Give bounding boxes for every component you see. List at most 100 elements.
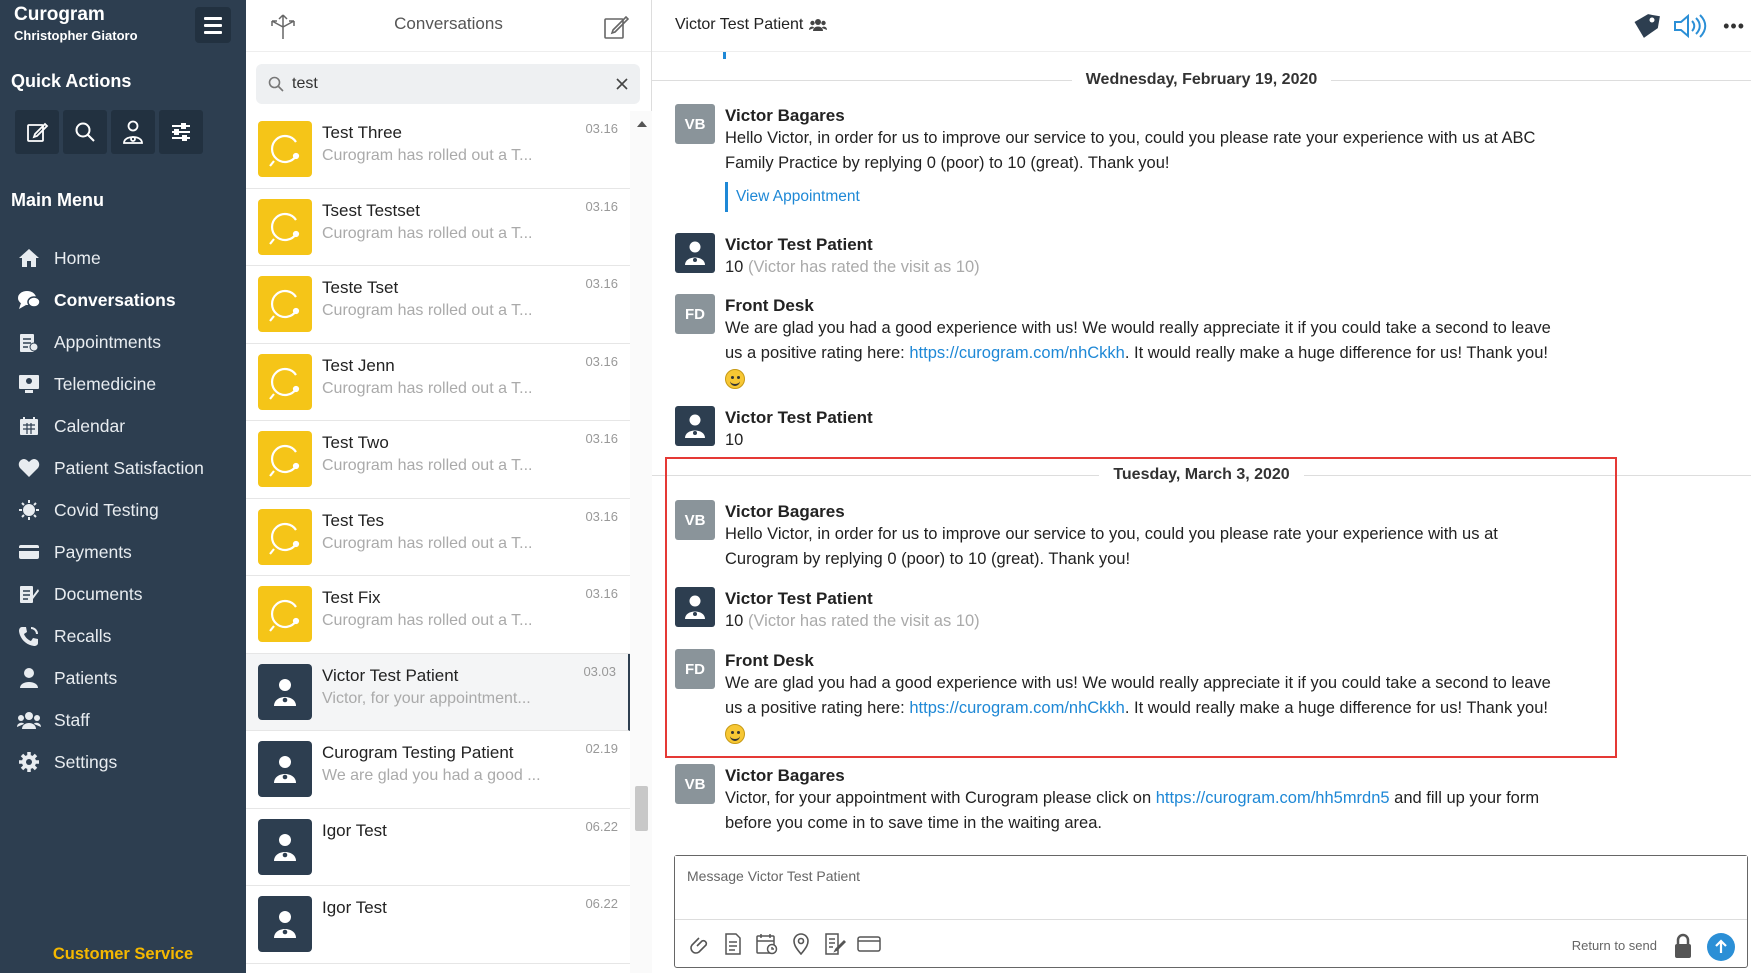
conversation-item[interactable]: Tsest Testset Curogram has rolled out a T…: [246, 189, 630, 266]
message: Victor Test Patient 10 (Victor has rated…: [675, 233, 1575, 280]
sidebar-item-label: Telemedicine: [54, 373, 157, 394]
sidebar-item-label: Home: [54, 247, 101, 268]
conversation-item[interactable]: Test Three Curogram has rolled out a T...…: [246, 111, 630, 189]
conversation-name: Igor Test: [322, 820, 387, 840]
sidebar-item-calendar[interactable]: Calendar: [0, 405, 246, 447]
clear-search-icon[interactable]: [616, 78, 628, 90]
sidebar: Curogram Christopher Giatoro Quick Actio…: [0, 0, 246, 973]
sidebar-item-documents[interactable]: Documents: [0, 573, 246, 615]
conversation-item[interactable]: Curogram Testing Patient We are glad you …: [246, 731, 630, 809]
sidebar-item-covid-testing[interactable]: Covid Testing: [0, 489, 246, 531]
sidebar-item-telemedicine[interactable]: Telemedicine: [0, 363, 246, 405]
conversation-item[interactable]: Teste Tset Curogram has rolled out a T...…: [246, 266, 630, 344]
view-appointment-link[interactable]: View Appointment: [725, 182, 1575, 212]
scroll-up-arrow-icon[interactable]: [637, 121, 647, 127]
conversation-name: Teste Tset: [322, 278, 399, 297]
conversation-item[interactable]: Victor Test Patient Victor, for your appo…: [246, 653, 630, 731]
add-patient-icon[interactable]: [111, 110, 155, 154]
filters-icon[interactable]: [159, 110, 203, 154]
document-icon[interactable]: [721, 932, 745, 956]
sidebar-item-label: Payments: [54, 541, 132, 562]
rating-link[interactable]: https://curogram.com/nhCkkh: [909, 344, 1125, 362]
conversation-date: 06.22: [585, 896, 618, 911]
conversation-item[interactable]: Test Two Curogram has rolled out a T... 03…: [246, 421, 630, 499]
sidebar-item-patients[interactable]: Patients: [0, 657, 246, 699]
form-link[interactable]: https://curogram.com/hh5mrdn5: [1156, 789, 1390, 807]
sidebar-item-label: Appointments: [54, 331, 162, 352]
sidebar-item-conversations[interactable]: Conversations: [0, 279, 246, 321]
sidebar-item-label: Covid Testing: [54, 499, 159, 520]
search-input[interactable]: [292, 75, 616, 93]
message-sender: Victor Test Patient: [725, 408, 873, 427]
main-menu: Home Conversations Appointments Telemedi…: [0, 237, 246, 783]
conversation-date: 03.16: [585, 353, 618, 369]
message: VB Victor Bagares Hello Victor, in order…: [675, 104, 1575, 212]
avatar: [675, 406, 715, 446]
appointment-calendar-icon[interactable]: [755, 932, 779, 956]
customer-service-link[interactable]: Customer Service: [0, 945, 246, 964]
rating-note: (Victor has rated the visit as 10): [747, 258, 980, 276]
quick-actions: [15, 110, 203, 154]
sidebar-item-home[interactable]: Home: [0, 237, 246, 279]
message-text: Victor, for your appointment with Curogr…: [725, 789, 1156, 807]
highlight-annotation-box: [665, 457, 1617, 758]
sidebar-item-staff[interactable]: Staff: [0, 699, 246, 741]
smile-emoji-icon: [725, 368, 745, 389]
brand: Curogram Christopher Giatoro: [14, 4, 138, 43]
group-icon[interactable]: [809, 18, 828, 32]
sidebar-item-label: Patients: [54, 667, 118, 688]
attach-icon[interactable]: [687, 932, 711, 956]
more-options-icon[interactable]: •••: [1723, 16, 1745, 37]
conversation-name: Test Tes: [322, 510, 385, 530]
message-sender: Victor Test Patient: [725, 235, 873, 254]
message-composer: Return to send: [674, 855, 1748, 968]
conversation-item[interactable]: Igor Test 06.22: [246, 886, 630, 964]
location-icon[interactable]: [789, 932, 813, 956]
message: VB Victor Bagares Victor, for your appoi…: [675, 764, 1575, 836]
user-icon: [16, 665, 42, 691]
conversation-item[interactable]: Igor Test 06.22: [246, 809, 630, 886]
card-icon: [16, 539, 42, 565]
conversation-preview: Curogram has rolled out a T...: [322, 534, 533, 552]
search-icon: [268, 76, 284, 92]
brand-avatar-icon: [258, 353, 312, 410]
avatar: [675, 233, 715, 273]
conversation-date: 03.16: [585, 586, 618, 601]
conversation-date: 03.16: [585, 431, 618, 446]
conversation-item[interactable]: Test Tes Curogram has rolled out a T... 03…: [246, 499, 630, 576]
tag-icon[interactable]: [1631, 12, 1661, 45]
sound-icon[interactable]: [1673, 12, 1707, 45]
lock-icon[interactable]: [1673, 933, 1693, 964]
sidebar-item-payments[interactable]: Payments: [0, 531, 246, 573]
conversation-list-scrollbar[interactable]: [630, 111, 652, 973]
message-sender: Front Desk: [725, 296, 814, 315]
message-text: . It would really make a huge difference…: [1124, 344, 1548, 362]
form-icon[interactable]: [823, 932, 847, 956]
sidebar-item-appointments[interactable]: Appointments: [0, 321, 246, 363]
main-menu-title: Main Menu: [11, 190, 104, 210]
sidebar-item-settings[interactable]: Settings: [0, 741, 246, 783]
search-icon[interactable]: [63, 110, 107, 154]
send-button[interactable]: [1707, 933, 1735, 961]
scroll-thumb[interactable]: [635, 786, 648, 831]
heart-icon: [16, 455, 42, 481]
avatar: VB: [675, 764, 715, 804]
date-separator: Wednesday, February 19, 2020: [652, 71, 1751, 89]
hamburger-menu-icon[interactable]: [195, 7, 231, 43]
payment-card-icon[interactable]: [857, 932, 881, 956]
arrow-up-icon: [1715, 939, 1727, 953]
sidebar-item-label: Documents: [54, 583, 143, 604]
chat-icon: [16, 287, 42, 313]
sidebar-item-patient-satisfaction[interactable]: Patient Satisfaction: [0, 447, 246, 489]
conversation-item[interactable]: Test Fix Curogram has rolled out a T... 03…: [246, 576, 630, 654]
conversation-date: 03.03: [583, 663, 616, 679]
conversation-name: Victor Test Patient: [322, 665, 459, 685]
compose-icon[interactable]: [15, 110, 59, 154]
message-input[interactable]: [675, 856, 1747, 920]
sidebar-item-recalls[interactable]: Recalls: [0, 615, 246, 657]
new-conversation-icon[interactable]: [601, 12, 631, 42]
conversation-item[interactable]: Test Jenn Curogram has rolled out a T... 0…: [246, 344, 630, 421]
conversation-name: Igor Test: [322, 898, 387, 917]
calendar-icon: [16, 413, 42, 439]
appointments-icon: [16, 329, 42, 355]
